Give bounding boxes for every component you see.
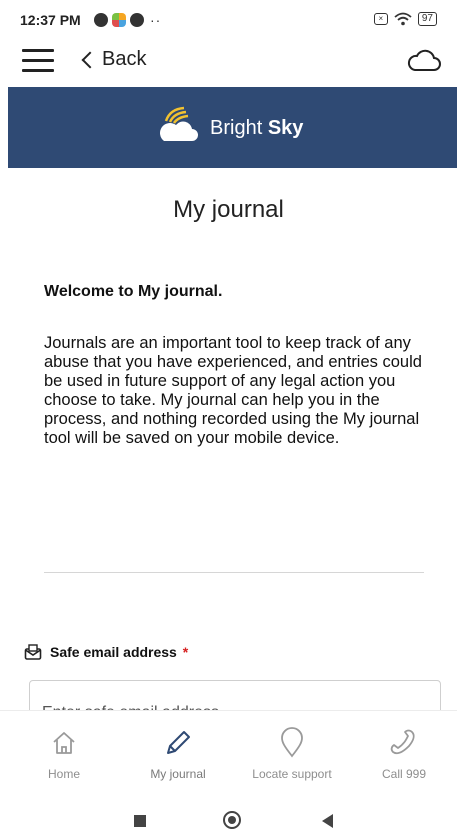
- brand-name-bold: Sky: [267, 117, 304, 139]
- brand-banner: Bright Sky: [8, 87, 457, 168]
- divider: [44, 572, 424, 573]
- bright-sky-logo: [160, 106, 198, 141]
- email-label: Safe email address *: [50, 644, 188, 660]
- system-status-icons: × 97: [373, 12, 437, 26]
- menu-icon-bar: [22, 69, 54, 72]
- email-label-row: Safe email address *: [24, 644, 188, 660]
- tab-home[interactable]: Home: [14, 711, 114, 799]
- tab-my-journal[interactable]: My journal: [128, 711, 228, 799]
- required-marker: *: [182, 644, 189, 660]
- tab-my-journal-label: My journal: [150, 767, 206, 781]
- gallery-notification-icon: [112, 13, 126, 27]
- check-notification-icon: [130, 13, 144, 27]
- sim-icon: ×: [373, 13, 388, 25]
- top-nav: Back: [0, 40, 457, 84]
- notification-icons: ··: [94, 12, 161, 28]
- email-label-text: Safe email address: [50, 644, 177, 660]
- system-navigation-bar: [0, 800, 457, 829]
- more-notifications-indicator: ··: [150, 12, 162, 28]
- email-envelope-icon: [24, 644, 42, 660]
- back-button[interactable]: Back: [81, 48, 147, 71]
- back-label: Back: [102, 48, 147, 70]
- home-icon: [53, 732, 75, 754]
- wifi-icon: [394, 12, 412, 26]
- pencil-icon: [167, 731, 190, 754]
- menu-icon-bar: [22, 49, 54, 52]
- tab-call-999-label: Call 999: [381, 767, 427, 781]
- intro-text: Journals are an important tool to keep t…: [44, 334, 422, 447]
- tab-locate-support[interactable]: Locate support: [230, 711, 354, 799]
- brand-name: Bright Sky: [210, 117, 303, 140]
- status-bar: 12:37 PM ·· × 97: [0, 0, 457, 38]
- tab-call-999[interactable]: Call 999: [354, 711, 454, 799]
- location-pin-icon: [281, 727, 303, 758]
- tab-home-label: Home: [47, 767, 80, 781]
- status-time: 12:37 PM: [20, 12, 81, 28]
- tab-locate-support-label: Locate support: [252, 767, 332, 781]
- phone-icon: [390, 729, 415, 755]
- menu-icon-bar: [22, 59, 54, 62]
- page-title: My journal: [173, 196, 284, 223]
- app-notification-icon: [94, 13, 108, 27]
- brand-name-regular: Bright: [210, 117, 268, 139]
- battery-icon: 97: [417, 12, 437, 26]
- chevron-left-icon: [81, 51, 99, 68]
- back-system-button[interactable]: [322, 814, 333, 828]
- home-system-button[interactable]: [223, 811, 241, 829]
- welcome-heading: Welcome to My journal.: [44, 283, 223, 300]
- menu-button[interactable]: [22, 49, 54, 73]
- recents-button[interactable]: [134, 815, 146, 827]
- cloud-icon[interactable]: [407, 48, 441, 74]
- bottom-tab-bar: Home My journal Locate support Call 999: [0, 710, 457, 799]
